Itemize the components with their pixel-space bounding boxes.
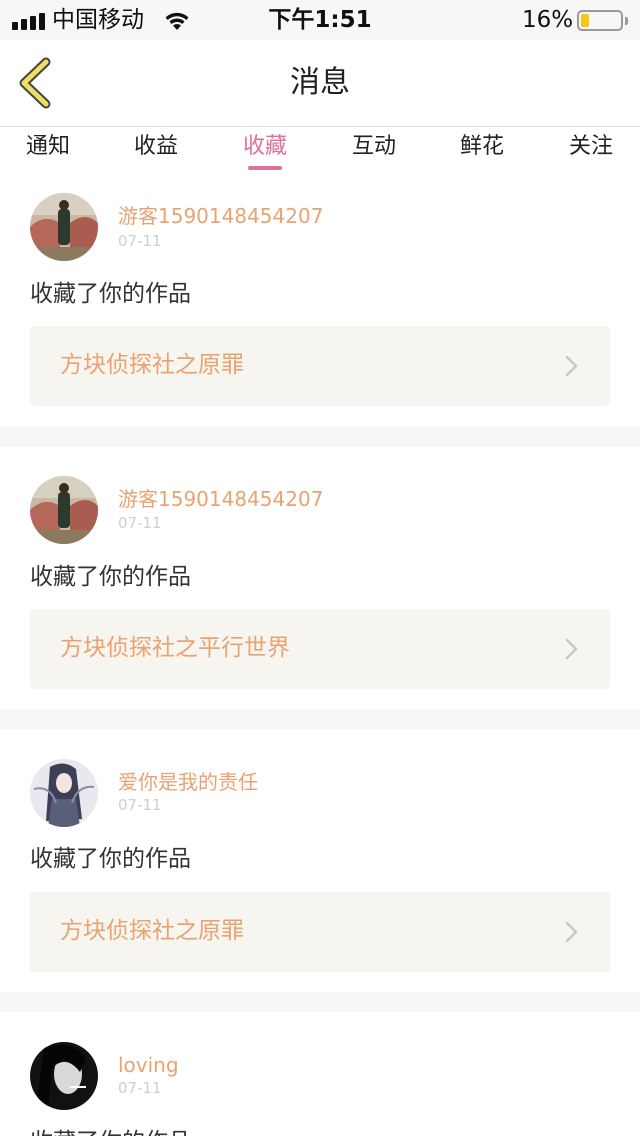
tab-follows[interactable]: 关注 xyxy=(546,131,636,163)
card-divider xyxy=(0,427,640,447)
chevron-right-icon xyxy=(565,355,578,377)
page-title: 消息 xyxy=(290,65,350,100)
message-date: 07-11 xyxy=(118,796,162,814)
work-title: 方块侦探社之原罪 xyxy=(60,352,244,378)
username[interactable]: loving xyxy=(118,1052,179,1078)
battery-icon xyxy=(577,10,623,31)
tab-flowers[interactable]: 鲜花 xyxy=(437,131,527,163)
messages-screen: 中国移动 下午1:51 16% 消息 通知 收益 收藏 互动 鲜花 关注 游客1… xyxy=(0,0,640,1136)
tab-earnings[interactable]: 收益 xyxy=(111,131,201,163)
action-text: 收藏了你的作品 xyxy=(30,1126,191,1136)
avatar-photo-rock-icon[interactable] xyxy=(30,476,98,544)
username[interactable]: 爱你是我的责任 xyxy=(118,769,258,795)
message-card: 游客1590148454207 07-11 收藏了你的作品 方块侦探社之原罪 xyxy=(0,175,640,427)
card-divider xyxy=(0,992,640,1012)
tab-notifications[interactable]: 通知 xyxy=(3,131,93,163)
message-date: 07-11 xyxy=(118,1079,162,1097)
action-text: 收藏了你的作品 xyxy=(30,281,191,307)
message-card: 游客1590148454207 07-11 收藏了你的作品 方块侦探社之平行世界 xyxy=(0,447,640,709)
tab-interactions[interactable]: 互动 xyxy=(329,131,419,163)
battery-tip xyxy=(625,17,628,25)
action-text: 收藏了你的作品 xyxy=(30,846,191,872)
tab-favorites[interactable]: 收藏 xyxy=(220,131,310,163)
message-date: 07-11 xyxy=(118,232,162,250)
work-title: 方块侦探社之平行世界 xyxy=(60,635,290,661)
battery-percentage: 16% xyxy=(522,7,574,33)
work-title: 方块侦探社之原罪 xyxy=(60,918,244,944)
message-card: loving 07-11 收藏了你的作品 xyxy=(0,1012,640,1136)
battery-level xyxy=(581,14,589,27)
work-link[interactable]: 方块侦探社之平行世界 xyxy=(30,609,610,689)
work-link[interactable]: 方块侦探社之原罪 xyxy=(30,326,610,406)
work-link[interactable]: 方块侦探社之原罪 xyxy=(30,892,610,972)
tab-bar: 通知 收益 收藏 互动 鲜花 关注 xyxy=(0,127,640,175)
avatar-bw-portrait-icon[interactable] xyxy=(30,1042,98,1110)
action-text: 收藏了你的作品 xyxy=(30,564,191,590)
username[interactable]: 游客1590148454207 xyxy=(118,203,323,229)
username[interactable]: 游客1590148454207 xyxy=(118,486,323,512)
message-card: 爱你是我的责任 07-11 收藏了你的作品 方块侦探社之原罪 xyxy=(0,729,640,992)
card-divider xyxy=(0,709,640,729)
chevron-right-icon xyxy=(565,921,578,943)
chevron-right-icon xyxy=(565,638,578,660)
message-date: 07-11 xyxy=(118,514,162,532)
avatar-anime-girl-icon[interactable] xyxy=(30,759,98,827)
active-tab-indicator xyxy=(248,166,282,170)
status-bar: 中国移动 下午1:51 16% xyxy=(0,0,640,40)
nav-bar: 消息 xyxy=(0,40,640,127)
avatar-photo-rock-icon[interactable] xyxy=(30,193,98,261)
